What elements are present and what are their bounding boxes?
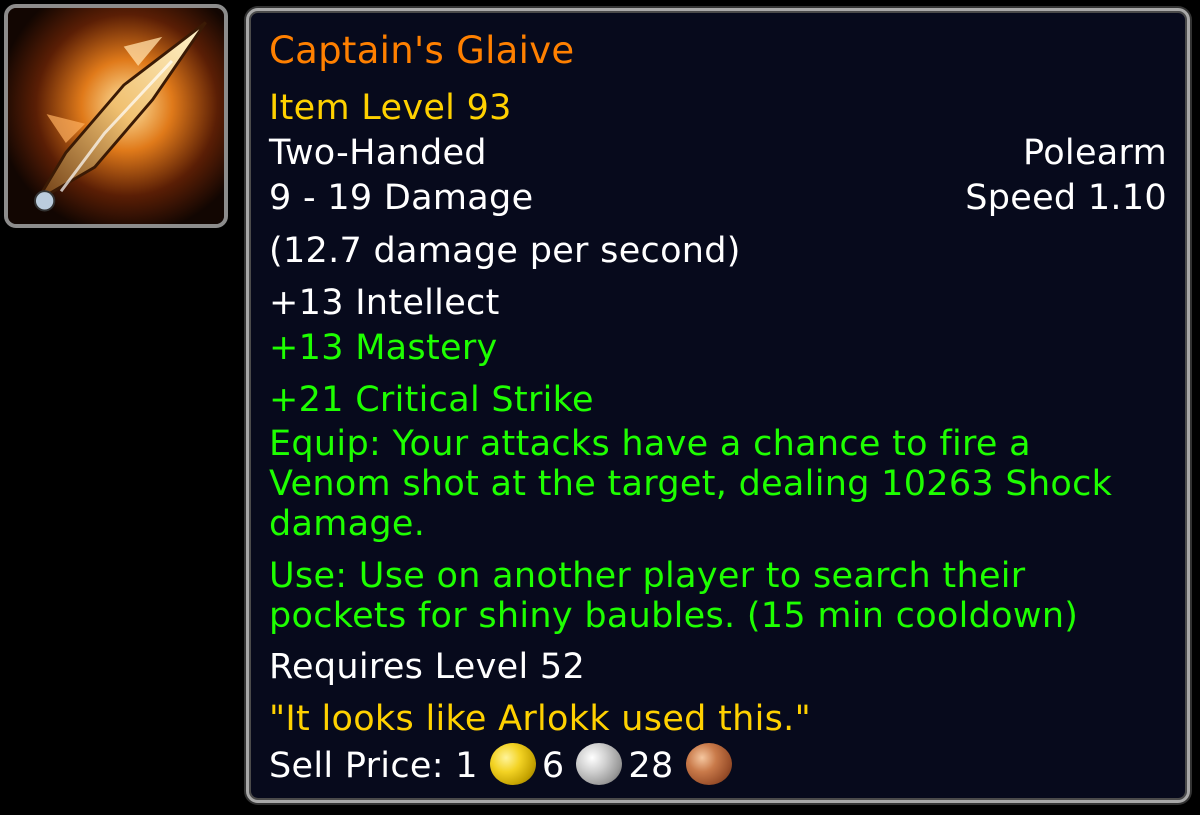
item-level: Item Level 93: [269, 88, 512, 128]
polearm-glaive-icon: [8, 8, 224, 224]
equip-effect-line-3: damage.: [269, 504, 426, 544]
flavor-text: "It looks like Arlokk used this.": [269, 699, 811, 739]
dps-line: (12.7 damage per second): [269, 231, 741, 271]
item-icon-frame[interactable]: [4, 4, 228, 228]
weapon-speed: Speed 1.10: [965, 178, 1167, 218]
equip-effect-line-2: Venom shot at the target, dealing 10263 …: [269, 464, 1113, 504]
equip-effect-line-1: Equip: Your attacks have a chance to fir…: [269, 424, 1031, 464]
silver-coin-icon: [576, 743, 623, 785]
item-tooltip: Captain's Glaive Item Level 93 Two-Hande…: [246, 8, 1190, 803]
hand-type: Two-Handed: [269, 133, 487, 173]
weapon-type: Polearm: [1023, 133, 1167, 173]
sell-price-row: Sell Price: 1 6 28: [269, 743, 1167, 789]
damage-row: 9 - 19 Damage Speed 1.10: [269, 178, 1167, 218]
stat-intellect: +13 Intellect: [269, 283, 500, 323]
use-effect-line-1: Use: Use on another player to search the…: [269, 556, 1026, 596]
sell-copper-amount: 28: [628, 746, 674, 786]
gold-coin-icon: [489, 743, 536, 785]
use-effect-line-2: pockets for shiny baubles. (15 min coold…: [269, 596, 1079, 636]
sell-silver-amount: 6: [541, 746, 565, 786]
stat-critical-strike: +21 Critical Strike: [269, 380, 594, 420]
sell-price-label: Sell Price:: [269, 746, 456, 786]
required-level: Requires Level 52: [269, 647, 586, 687]
hand-type-row: Two-Handed Polearm: [269, 133, 1167, 173]
damage-range: 9 - 19 Damage: [269, 178, 534, 218]
sell-gold-amount: 1: [455, 746, 478, 786]
item-name: Captain's Glaive: [269, 29, 575, 72]
stat-mastery: +13 Mastery: [269, 328, 498, 368]
copper-coin-icon: [685, 743, 732, 785]
